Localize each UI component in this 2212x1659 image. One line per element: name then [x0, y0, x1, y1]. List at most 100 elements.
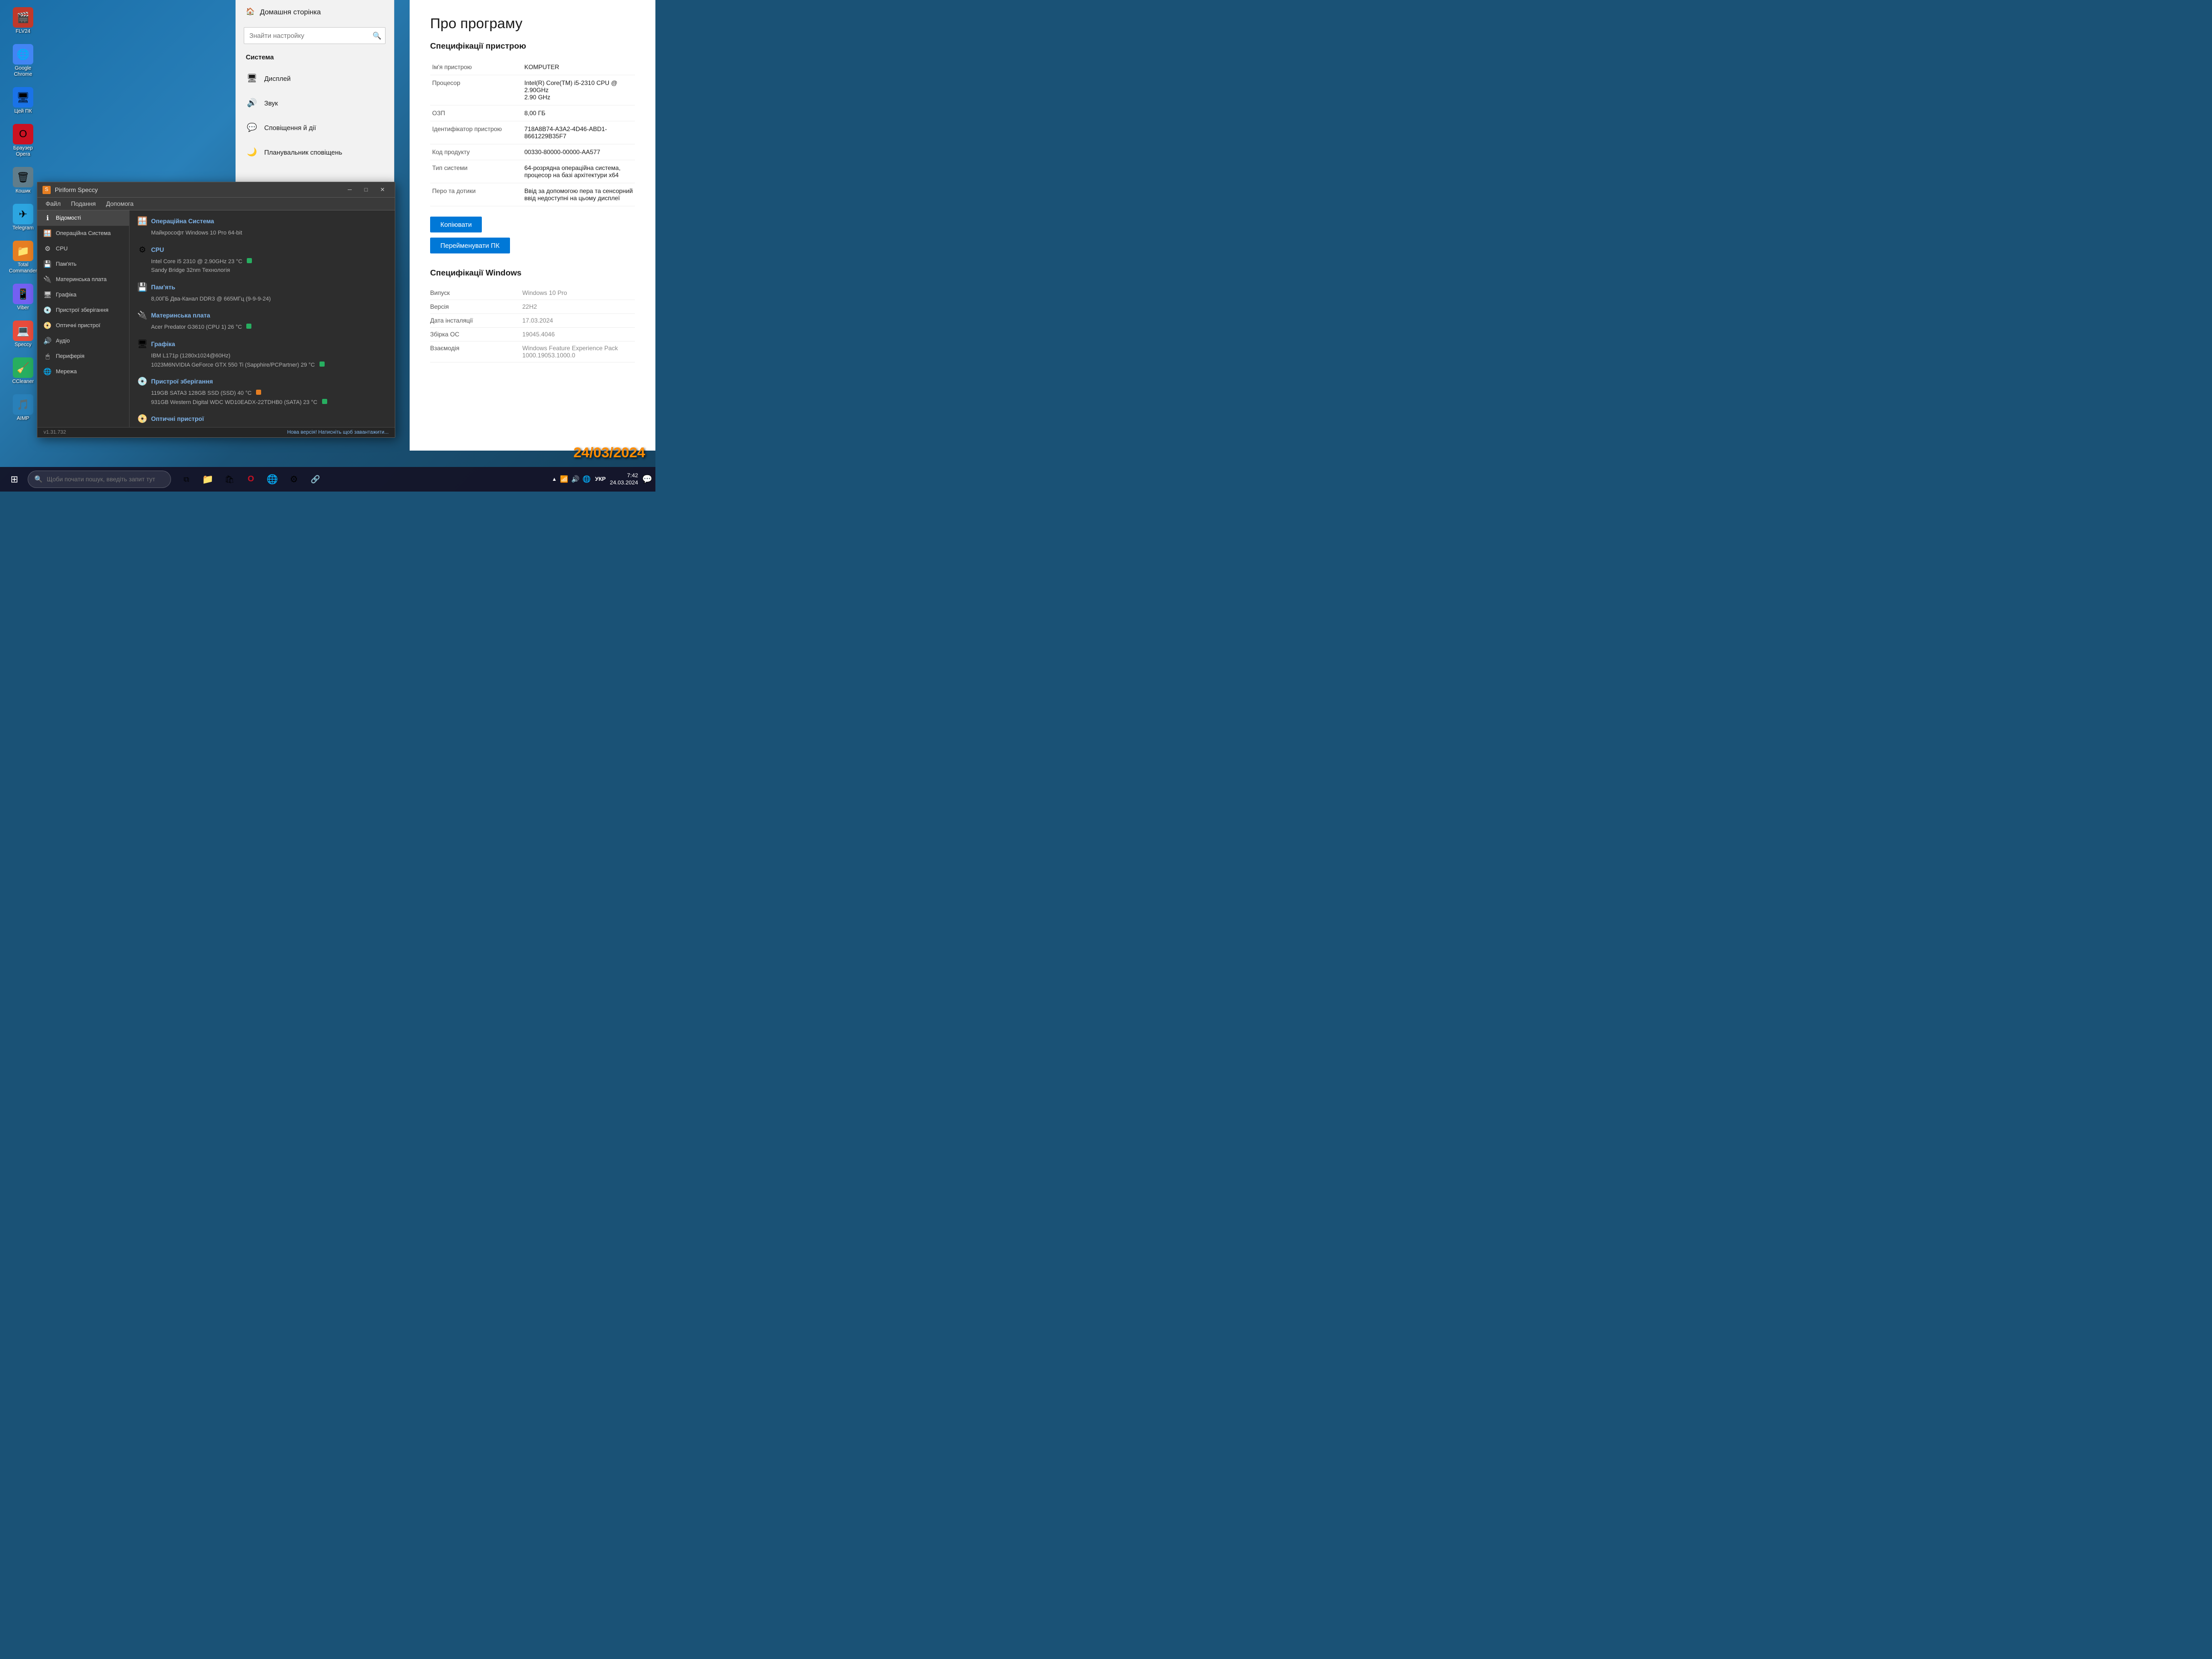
- start-button[interactable]: ⊞: [3, 468, 26, 491]
- telegram-icon: ✈: [13, 204, 33, 224]
- opera-label: Браузер Opera: [7, 145, 39, 158]
- settings-item-sound[interactable]: 🔊 Звук: [236, 91, 394, 115]
- storage-line1-text: 119GB SATA3 128GB SSD (SSD) 40 °C: [151, 390, 251, 396]
- sidebar-item-network[interactable]: 🌐 Мережа: [37, 364, 129, 379]
- desktop-icon-ccleaner[interactable]: 🧹 CCleaner: [5, 355, 41, 387]
- sidebar-item-cpu[interactable]: ⚙ CPU: [37, 241, 129, 257]
- home-label: Домашня сторінка: [260, 8, 321, 16]
- focus-icon: 🌙: [246, 146, 258, 158]
- speccy-footer: v1.31.732 Нова версія! Натисніть щоб зав…: [37, 427, 395, 437]
- close-button[interactable]: ✕: [375, 185, 390, 195]
- optical-section: 📀 Оптичні пристрої HL-DT-ST DVDRAM GH70N: [138, 414, 387, 427]
- display-icon: 🖥: [246, 72, 258, 84]
- taskbar-clock[interactable]: 7:42 24.03.2024: [610, 472, 638, 487]
- keyboard-lang[interactable]: УКР: [595, 476, 606, 482]
- settings-home-btn[interactable]: 🏠 Домашня сторінка: [236, 0, 394, 23]
- sidebar-item-mobo[interactable]: 🔌 Материнська плата: [37, 272, 129, 287]
- desktop-icon-telegram[interactable]: ✈ Telegram: [5, 202, 41, 233]
- win-spec-value-build: 19045.4046: [522, 331, 635, 338]
- spec-value-system-type: 64-розрядна операційна система, процесор…: [522, 160, 635, 183]
- desktop-icon-trash[interactable]: 🗑 Кошик: [5, 165, 41, 197]
- home-icon: 🏠: [246, 7, 254, 16]
- desktop-icon-flv24[interactable]: 🎬 FLV24: [5, 5, 41, 37]
- settings-item-focus[interactable]: 🌙 Планувальник сповіщень: [236, 140, 394, 164]
- taskbar-search-input[interactable]: [47, 476, 159, 483]
- ram-section: 💾 Пам'ять 8,00ГБ Два-Канал DDR3 @ 665МГц…: [138, 283, 387, 304]
- tray-arrow[interactable]: ▲: [552, 477, 557, 482]
- speccy-label: Speccy: [15, 342, 32, 348]
- sidebar-item-os[interactable]: 🪟 Операційна Система: [37, 226, 129, 241]
- settings-search-icon-btn[interactable]: 🔍: [373, 31, 381, 40]
- rename-button[interactable]: Перейменувати ПК: [430, 238, 510, 253]
- settings-item-display[interactable]: 🖥 Дисплей: [236, 66, 394, 91]
- menu-help[interactable]: Допомога: [102, 199, 138, 209]
- storage-icon: 💿: [44, 306, 52, 314]
- sidebar-item-summary[interactable]: ℹ Відомості: [37, 210, 129, 226]
- storage-label: Пристрої зберігання: [56, 307, 109, 313]
- copy-button[interactable]: Копіювати: [430, 217, 482, 232]
- speccy-window: S Piriform Speccy ─ □ ✕ Файл Подання Доп…: [37, 182, 395, 438]
- speccy-update-notice[interactable]: Нова версія! Натисніть щоб завантажити..…: [287, 430, 389, 435]
- sidebar-item-audio[interactable]: 🔊 Аудіо: [37, 333, 129, 349]
- cpu-icon: ⚙: [44, 245, 52, 253]
- notification-btn[interactable]: 💬: [642, 474, 652, 484]
- settings-item-notifications[interactable]: 💬 Сповіщення й дії: [236, 115, 394, 140]
- tray-network: 📶: [560, 475, 568, 483]
- sidebar-item-gpu[interactable]: 🖥 Графіка: [37, 287, 129, 303]
- desktop-icon-totalcmd[interactable]: 📁 Total Commander: [5, 239, 41, 276]
- taskbar-app-chrome[interactable]: 🌐: [262, 469, 283, 490]
- desktop-icon-aimp[interactable]: 🎵 AIMP: [5, 392, 41, 424]
- sidebar-item-storage[interactable]: 💿 Пристрої зберігання: [37, 303, 129, 318]
- os-label: Операційна Система: [56, 230, 111, 237]
- opera-icon: O: [13, 124, 33, 144]
- tray-globe: 🌐: [583, 475, 591, 483]
- taskbar-search-icon: 🔍: [34, 475, 42, 483]
- maximize-button[interactable]: □: [359, 185, 373, 195]
- taskbar-app-store[interactable]: 🛍: [219, 469, 240, 490]
- settings-search-input[interactable]: [244, 27, 386, 44]
- totalcmd-label: Total Commander: [7, 262, 39, 274]
- flv24-label: FLV24: [16, 29, 31, 35]
- taskbar-app-taskview[interactable]: ⧉: [176, 469, 197, 490]
- tray-volume: 🔊: [571, 475, 580, 483]
- desktop-icon-opera[interactable]: O Браузер Opera: [5, 122, 41, 160]
- audio-icon: 🔊: [44, 337, 52, 345]
- os-section: 🪟 Операційна Система Майкрософт Windows …: [138, 217, 387, 238]
- sidebar-item-ram[interactable]: 💾 Пам'ять: [37, 257, 129, 272]
- desktop: 🎬 FLV24 🌐 Google Chrome 🖥 Цей ПК O Брауз…: [0, 0, 655, 492]
- speccy-version: v1.31.732: [44, 430, 66, 435]
- spec-row-device-name: Ім'я пристрою KOMPUTER: [430, 59, 635, 75]
- desktop-icon-speccy[interactable]: 💻 Speccy: [5, 318, 41, 350]
- sidebar-item-peripheral[interactable]: 🖱 Периферія: [37, 349, 129, 364]
- desktop-icon-viber[interactable]: 📱 Viber: [5, 282, 41, 313]
- win-spec-label-install-date: Дата інсталяції: [430, 317, 522, 324]
- menu-view[interactable]: Подання: [67, 199, 100, 209]
- ccleaner-icon: 🧹: [13, 357, 33, 378]
- spec-row-product-key: Код продукту 00330-80000-00000-AA577: [430, 144, 635, 160]
- summary-icon: ℹ: [44, 214, 52, 222]
- viber-icon: 📱: [13, 284, 33, 304]
- desktop-icon-chrome[interactable]: 🌐 Google Chrome: [5, 42, 41, 80]
- optical-icon: 📀: [44, 322, 52, 330]
- menu-file[interactable]: Файл: [41, 199, 65, 209]
- gpu-section-title: Графіка: [151, 341, 175, 348]
- settings-search-box: 🔍: [244, 27, 386, 44]
- sidebar-item-optical[interactable]: 📀 Оптичні пристрої: [37, 318, 129, 333]
- taskbar-app-opera[interactable]: O: [241, 469, 261, 490]
- speccy-body: ℹ Відомості 🪟 Операційна Система ⚙ CPU 💾…: [37, 210, 395, 427]
- taskbar-app-explorer[interactable]: 📁: [198, 469, 218, 490]
- ram-section-title: Пам'ять: [151, 284, 175, 291]
- spec-label-processor: Процесор: [430, 75, 522, 105]
- win-spec-label-version: Версія: [430, 303, 522, 310]
- viber-label: Viber: [17, 305, 29, 311]
- taskbar-app-misc[interactable]: 🔗: [305, 469, 326, 490]
- win-spec-value-edition: Windows 10 Pro: [522, 289, 635, 296]
- win-spec-value-experience: Windows Feature Experience Pack 1000.190…: [522, 345, 635, 359]
- taskbar-app-settings[interactable]: ⚙: [284, 469, 304, 490]
- spec-label-pen: Перо та дотики: [430, 183, 522, 206]
- gpu-label: Графіка: [56, 292, 76, 298]
- cpu-section: ⚙ CPU Intel Core i5 2310 @ 2.90GHz 23 °C…: [138, 245, 387, 275]
- minimize-button[interactable]: ─: [343, 185, 357, 195]
- desktop-icon-thispc[interactable]: 🖥 Цей ПК: [5, 85, 41, 117]
- ram-icon: 💾: [44, 260, 52, 268]
